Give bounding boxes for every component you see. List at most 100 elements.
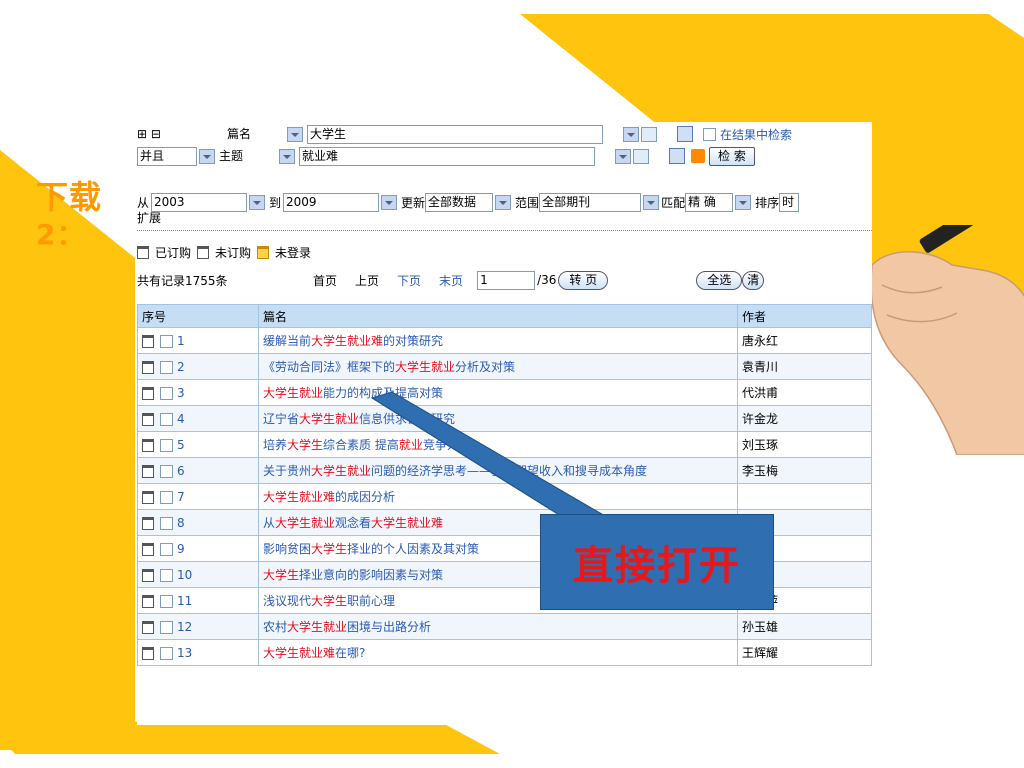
download-doc-icon[interactable] — [142, 334, 154, 348]
row-index-cell: 7 — [137, 483, 259, 510]
row-author-cell[interactable]: 袁青川 — [737, 353, 872, 380]
search-input-2[interactable]: 就业难 — [299, 146, 595, 166]
header-title[interactable]: 篇名 — [258, 304, 738, 328]
row-checkbox[interactable] — [160, 438, 173, 452]
article-title-link[interactable]: 关于贵州大学生就业问题的经济学思考——基于期望收入和搜寻成本角度 — [263, 464, 647, 478]
match-select[interactable]: 精 确 — [685, 192, 734, 212]
row-author-cell[interactable]: 孙玉雄 — [737, 613, 872, 640]
clear-button[interactable]: 清 — [742, 270, 765, 290]
download-doc-icon[interactable] — [142, 646, 154, 660]
expand-field-icon[interactable] — [677, 126, 693, 142]
chevron-down-icon[interactable] — [249, 194, 266, 210]
header-index[interactable]: 序号 — [137, 304, 259, 328]
table-row[interactable]: 5 培养大学生综合素质 提高就业竞争力 刘玉琢 — [137, 431, 872, 458]
row-checkbox[interactable] — [160, 516, 173, 530]
range-label: 范围 — [515, 195, 540, 210]
download-doc-icon[interactable] — [142, 620, 154, 634]
article-title-link[interactable]: 辽宁省大学生就业信息供求调查研究 — [263, 412, 455, 426]
search-icon[interactable] — [691, 149, 705, 163]
prev-page-link[interactable]: 上页 — [349, 272, 385, 289]
download-doc-icon[interactable] — [142, 438, 154, 452]
download-doc-icon[interactable] — [142, 516, 154, 530]
download-doc-icon[interactable] — [142, 412, 154, 426]
table-row[interactable]: 1 缓解当前大学生就业难的对策研究 唐永红 — [137, 327, 872, 354]
article-title-link[interactable]: 大学生择业意向的影响因素与对策 — [263, 568, 443, 582]
range-select[interactable]: 全部期刊 — [539, 192, 642, 212]
table-row[interactable]: 3 大学生就业能力的构成及提高对策 代洪甫 — [137, 379, 872, 406]
download-doc-icon[interactable] — [142, 360, 154, 374]
chevron-down-icon[interactable] — [381, 194, 398, 210]
chevron-down-icon[interactable] — [643, 194, 660, 210]
word-frequency-icon[interactable] — [633, 148, 649, 164]
to-year-select[interactable]: 2009 — [283, 192, 380, 212]
download-doc-icon[interactable] — [142, 542, 154, 556]
row-author-cell[interactable]: 李玉梅 — [737, 457, 872, 484]
chevron-down-icon[interactable] — [279, 148, 295, 164]
field-select-1[interactable]: 篇名 — [225, 125, 285, 143]
search-input-1[interactable]: 大学生 — [307, 124, 603, 144]
row-checkbox[interactable] — [160, 542, 173, 556]
table-row[interactable]: 7 大学生就业难的成因分析 — [137, 483, 872, 510]
next-page-link[interactable]: 下页 — [391, 272, 427, 289]
article-title-link[interactable]: 大学生就业能力的构成及提高对策 — [263, 386, 443, 400]
row-checkbox[interactable] — [160, 620, 173, 634]
download-doc-icon[interactable] — [142, 568, 154, 582]
chevron-down-icon[interactable] — [735, 194, 752, 210]
word-frequency-icon[interactable] — [641, 126, 657, 142]
sort-select[interactable]: 时 — [779, 192, 800, 212]
field-select-2[interactable]: 主题 — [217, 147, 277, 165]
row-checkbox[interactable] — [160, 386, 173, 400]
update-select[interactable]: 全部数据 — [425, 192, 494, 212]
row-checkbox[interactable] — [160, 594, 173, 608]
article-title-link[interactable]: 缓解当前大学生就业难的对策研究 — [263, 334, 443, 348]
article-title-link[interactable]: 从大学生就业观念看大学生就业难 — [263, 516, 443, 530]
expand-collapse-toggle[interactable]: ⊞ ⊟ — [137, 127, 225, 141]
article-title-link[interactable]: 农村大学生就业困境与出路分析 — [263, 620, 431, 634]
article-title-link[interactable]: 浅议现代大学生职前心理 — [263, 594, 395, 608]
row-checkbox[interactable] — [160, 412, 173, 426]
go-page-button[interactable]: 转 页 — [558, 270, 609, 290]
from-year-select[interactable]: 2003 — [151, 192, 248, 212]
search-button[interactable]: 检 索 — [709, 146, 755, 166]
article-title-link[interactable]: 大学生就业难在哪? — [263, 646, 365, 660]
download-doc-icon[interactable] — [142, 490, 154, 504]
row-author-cell[interactable]: 唐永红 — [737, 327, 872, 354]
row-author-cell[interactable]: 许金龙 — [737, 405, 872, 432]
download-doc-icon[interactable] — [142, 386, 154, 400]
article-title-link[interactable]: 培养大学生综合素质 提高就业竞争力 — [263, 438, 459, 452]
table-row[interactable]: 2 《劳动合同法》框架下的大学生就业分析及对策 袁青川 — [137, 353, 872, 380]
chevron-down-icon[interactable] — [623, 126, 639, 142]
page-input[interactable]: 1 — [477, 270, 536, 290]
row-author-cell[interactable]: 代洪甫 — [737, 379, 872, 406]
row-checkbox[interactable] — [160, 490, 173, 504]
row-checkbox[interactable] — [160, 334, 173, 348]
table-row[interactable]: 13 大学生就业难在哪? 王辉耀 — [137, 639, 872, 666]
row-author-cell[interactable] — [737, 483, 872, 510]
first-page-link[interactable]: 首页 — [307, 272, 343, 289]
download-doc-icon[interactable] — [142, 594, 154, 608]
table-row[interactable]: 4 辽宁省大学生就业信息供求调查研究 许金龙 — [137, 405, 872, 432]
table-row[interactable]: 12 农村大学生就业困境与出路分析 孙玉雄 — [137, 613, 872, 640]
expand-label[interactable]: 扩展 — [137, 209, 161, 226]
row-checkbox[interactable] — [160, 360, 173, 374]
chevron-down-icon[interactable] — [495, 194, 512, 210]
logic-select[interactable]: 并且 — [137, 146, 197, 166]
header-author[interactable]: 作者 — [737, 304, 872, 328]
chevron-down-icon[interactable] — [287, 126, 303, 142]
article-title-link[interactable]: 《劳动合同法》框架下的大学生就业分析及对策 — [263, 360, 515, 374]
in-results-checkbox[interactable] — [703, 127, 716, 141]
row-author-cell[interactable]: 王辉耀 — [737, 639, 872, 666]
chevron-down-icon[interactable] — [615, 148, 631, 164]
article-title-link[interactable]: 影响贫困大学生择业的个人因素及其对策 — [263, 542, 479, 556]
table-row[interactable]: 6 关于贵州大学生就业问题的经济学思考——基于期望收入和搜寻成本角度 李玉梅 — [137, 457, 872, 484]
row-checkbox[interactable] — [160, 568, 173, 582]
last-page-link[interactable]: 末页 — [433, 272, 469, 289]
expand-field-icon[interactable] — [669, 148, 685, 164]
article-title-link[interactable]: 大学生就业难的成因分析 — [263, 490, 395, 504]
row-checkbox[interactable] — [160, 646, 173, 660]
select-all-button[interactable]: 全选 — [696, 270, 743, 290]
row-checkbox[interactable] — [160, 464, 173, 478]
row-author-cell[interactable]: 刘玉琢 — [737, 431, 872, 458]
chevron-down-icon[interactable] — [199, 148, 215, 164]
download-doc-icon[interactable] — [142, 464, 154, 478]
